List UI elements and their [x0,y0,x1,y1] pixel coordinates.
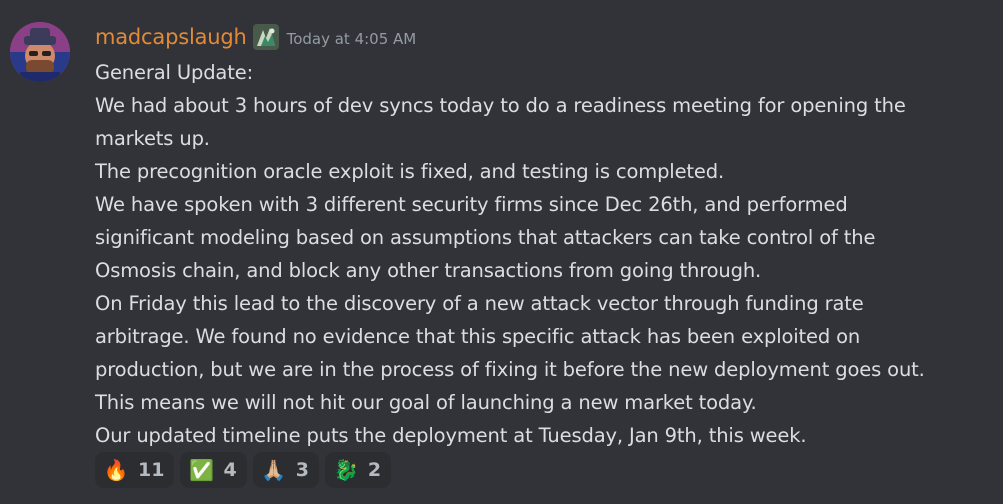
reactions-bar: 🔥 11 ✅ 4 🙏🏼 3 🐉 2 [95,452,392,488]
username[interactable]: madcapslaugh [95,25,247,49]
message-line: Osmosis chain, and block any other trans… [95,259,762,282]
message-line: Our updated timeline puts the deployment… [95,424,807,447]
message-header: madcapslaugh Today at 4:05 AM [95,21,416,53]
reaction-check[interactable]: ✅ 4 [180,452,247,488]
message-line: arbitrage. We found no evidence that thi… [95,325,861,348]
message-line: significant modeling based on assumption… [95,226,876,249]
reaction-count: 4 [223,459,237,481]
message-line: On Friday this lead to the discovery of … [95,292,864,315]
message-line: General Update: [95,61,253,84]
avatar[interactable] [10,22,70,82]
fire-icon: 🔥 [103,458,129,482]
message-line: production, but we are in the process of… [95,358,925,381]
role-badge-icon[interactable] [252,24,279,50]
reaction-folded-hands[interactable]: 🙏🏼 3 [252,452,319,488]
message-line: This means we will not hit our goal of l… [95,391,757,414]
folded-hands-icon: 🙏🏼 [261,458,287,482]
avatar-image [10,22,70,82]
dragon-icon: 🐉 [333,458,359,482]
message-content: General Update: We had about 3 hours of … [95,56,995,452]
reaction-fire[interactable]: 🔥 11 [95,452,175,488]
message-line: We have spoken with 3 different security… [95,193,848,216]
reaction-count: 2 [367,459,382,481]
reaction-count: 3 [295,459,309,481]
chat-message: madcapslaugh Today at 4:05 AM General Up… [0,0,1003,504]
message-line: markets up. [95,127,210,150]
message-line: We had about 3 hours of dev syncs today … [95,94,906,117]
reaction-dragon[interactable]: 🐉 2 [324,452,392,488]
reaction-count: 11 [138,459,165,481]
message-line: The precognition oracle exploit is fixed… [95,160,725,183]
message-timestamp[interactable]: Today at 4:05 AM [287,30,417,48]
check-mark-icon: ✅ [189,458,214,482]
